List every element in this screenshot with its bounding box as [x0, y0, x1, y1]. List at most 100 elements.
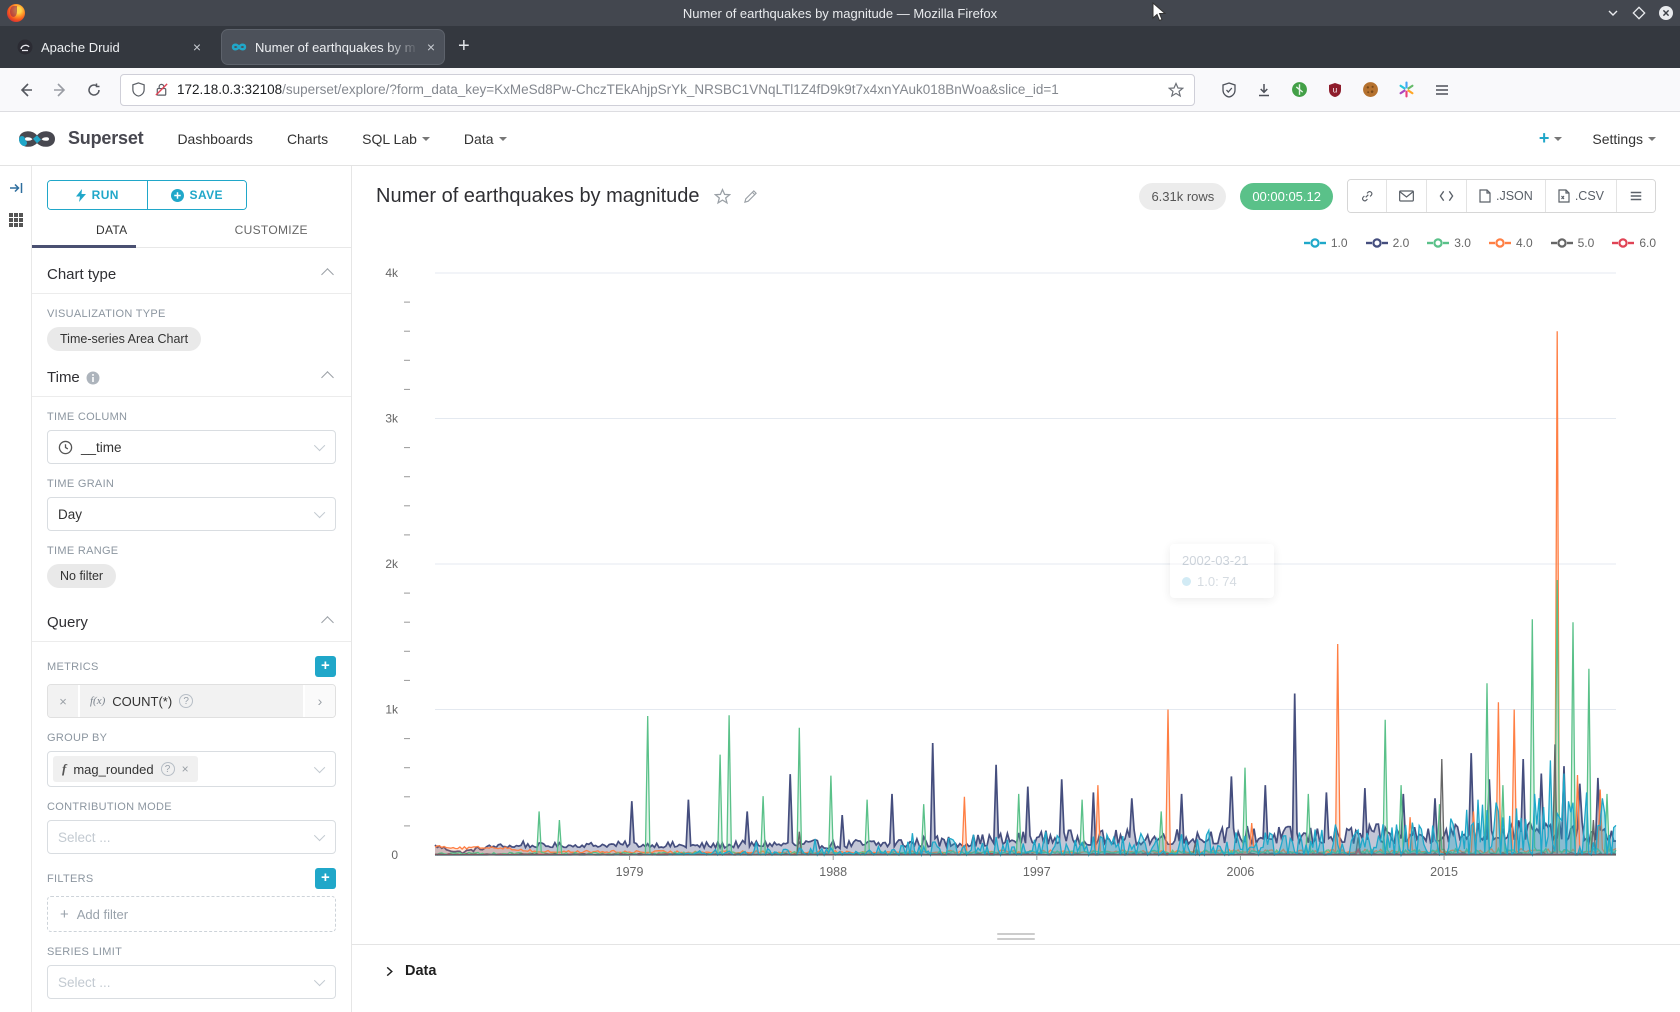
- superset-brand[interactable]: Superset: [18, 127, 143, 151]
- mouse-cursor: [1152, 2, 1167, 23]
- section-query[interactable]: Query: [47, 588, 336, 641]
- reload-icon[interactable]: [86, 82, 102, 98]
- tab-apache-druid[interactable]: Apache Druid ×: [8, 30, 210, 64]
- legend-item-4.0[interactable]: 4.0: [1489, 236, 1533, 250]
- tab-close-icon[interactable]: ×: [193, 40, 201, 54]
- tab-favicon-superset: [231, 39, 247, 55]
- data-panel-toggle[interactable]: Data: [352, 945, 1680, 979]
- maximize-icon[interactable]: [1632, 6, 1646, 20]
- timeseries-chart[interactable]: 01k2k3k4k19791988199720062015: [352, 255, 1680, 880]
- contribution-mode-select[interactable]: Select ...: [47, 820, 336, 854]
- save-plus-icon: [171, 189, 184, 202]
- chart-panel: Numer of earthquakes by magnitude 6.31k …: [352, 166, 1680, 1012]
- extension-green-icon[interactable]: [1291, 81, 1308, 98]
- chart-legend: 1.0 2.0 3.0 4.0 5.0 6.0: [1304, 236, 1656, 250]
- add-filter-button[interactable]: +: [315, 868, 336, 889]
- ublock-icon[interactable]: u: [1327, 82, 1343, 98]
- favorite-star-icon[interactable]: [714, 188, 731, 205]
- nav-item-sql-lab[interactable]: SQL Lab: [362, 131, 430, 147]
- series-limit-select[interactable]: Select ...: [47, 965, 336, 999]
- group-by-select[interactable]: f mag_rounded ? ×: [47, 751, 336, 787]
- download-icon[interactable]: [1256, 82, 1272, 98]
- more-menu-icon: [1629, 190, 1643, 202]
- copy-link-button[interactable]: [1348, 180, 1386, 212]
- legend-item-6.0[interactable]: 6.0: [1612, 236, 1656, 250]
- url-bar[interactable]: 172.18.0.3:32108/superset/explore/?form_…: [120, 74, 1195, 106]
- forward-icon[interactable]: [52, 82, 68, 98]
- url-text[interactable]: 172.18.0.3:32108/superset/explore/?form_…: [177, 82, 1160, 97]
- section-title: Query: [47, 614, 88, 631]
- nav-item-charts[interactable]: Charts: [287, 131, 328, 147]
- metrics-label: METRICS: [47, 661, 99, 673]
- insecure-lock-icon[interactable]: [154, 82, 169, 97]
- section-chart-type[interactable]: Chart type: [47, 248, 336, 293]
- viz-type-pill[interactable]: Time-series Area Chart: [47, 327, 201, 351]
- caret-down-icon: [1648, 137, 1656, 141]
- tab-close-icon[interactable]: ×: [427, 40, 435, 54]
- run-button[interactable]: RUN: [48, 181, 147, 209]
- bookmark-star-icon[interactable]: [1168, 82, 1184, 98]
- tab-data[interactable]: DATA: [32, 212, 192, 247]
- embed-code-button[interactable]: [1426, 180, 1466, 212]
- series-line-3.0: [435, 580, 1616, 855]
- datasource-grid-icon[interactable]: [8, 212, 24, 228]
- data-panel-title: Data: [405, 963, 436, 979]
- export-csv-button[interactable]: .CSV: [1545, 180, 1616, 212]
- tracking-shield-icon[interactable]: [131, 82, 146, 97]
- chart-title: Numer of earthquakes by magnitude: [376, 185, 700, 208]
- protections-shield-icon[interactable]: [1221, 82, 1237, 98]
- collapse-panel-icon[interactable]: [8, 180, 24, 196]
- series-limit-label: SERIES LIMIT: [47, 946, 336, 958]
- settings-menu[interactable]: Settings: [1592, 131, 1656, 147]
- svg-text:1997: 1997: [1023, 865, 1051, 879]
- settings-label: Settings: [1592, 131, 1643, 147]
- menu-icon[interactable]: [1434, 82, 1450, 98]
- section-time[interactable]: Time: [47, 351, 336, 396]
- time-grain-select[interactable]: Day: [47, 497, 336, 531]
- close-icon[interactable]: [1658, 5, 1674, 21]
- save-label: SAVE: [190, 188, 223, 202]
- select-placeholder: Select ...: [58, 830, 111, 845]
- legend-item-5.0[interactable]: 5.0: [1551, 236, 1595, 250]
- legend-item-1.0[interactable]: 1.0: [1304, 236, 1348, 250]
- series-line-4.0: [435, 331, 1616, 853]
- nav-item-data[interactable]: Data: [464, 131, 507, 147]
- browser-toolbar: 172.18.0.3:32108/superset/explore/?form_…: [0, 68, 1680, 112]
- minimize-icon[interactable]: [1606, 6, 1620, 20]
- email-button[interactable]: [1386, 180, 1426, 212]
- container-pinwheel-icon[interactable]: [1398, 81, 1415, 98]
- time-column-select[interactable]: __time: [47, 430, 336, 464]
- select-caret-icon: [314, 440, 325, 451]
- chart-menu-button[interactable]: [1616, 180, 1655, 212]
- metric-count[interactable]: × f(x) COUNT(*) ? ›: [47, 684, 336, 718]
- caret-down-icon: [1554, 137, 1562, 141]
- back-icon[interactable]: [18, 82, 34, 98]
- link-icon: [1360, 189, 1374, 203]
- chevron-up-icon: [321, 268, 334, 281]
- remove-tag-icon[interactable]: ×: [182, 762, 189, 776]
- legend-item-2.0[interactable]: 2.0: [1366, 236, 1410, 250]
- group-by-tag[interactable]: f mag_rounded ? ×: [53, 756, 198, 782]
- save-button[interactable]: SAVE: [147, 181, 247, 209]
- panel-resize-handle[interactable]: [997, 930, 1035, 943]
- expand-metric-icon[interactable]: ›: [303, 685, 335, 717]
- info-icon: [86, 371, 100, 385]
- edit-pencil-icon[interactable]: [743, 189, 758, 204]
- svg-text:4k: 4k: [385, 266, 399, 280]
- legend-item-3.0[interactable]: 3.0: [1427, 236, 1471, 250]
- add-metric-button[interactable]: +: [315, 656, 336, 677]
- tab-superset-explore[interactable]: Numer of earthquakes by m ×: [222, 30, 444, 64]
- time-range-pill[interactable]: No filter: [47, 564, 116, 588]
- tab-customize[interactable]: CUSTOMIZE: [192, 212, 352, 247]
- remove-metric-icon[interactable]: ×: [48, 685, 80, 717]
- add-filter-dropzone[interactable]: + Add filter: [47, 896, 336, 932]
- export-json-button[interactable]: .JSON: [1466, 180, 1545, 212]
- new-tab-button[interactable]: +: [458, 35, 470, 58]
- active-tab-indicator: [32, 245, 136, 248]
- cookie-icon[interactable]: [1362, 81, 1379, 98]
- svg-text:0: 0: [391, 848, 398, 862]
- add-new-button[interactable]: +: [1539, 128, 1563, 149]
- tab-strip: Apache Druid × Numer of earthquakes by m…: [0, 26, 1680, 68]
- nav-item-dashboards[interactable]: Dashboards: [177, 131, 253, 147]
- caret-down-icon: [499, 137, 507, 141]
